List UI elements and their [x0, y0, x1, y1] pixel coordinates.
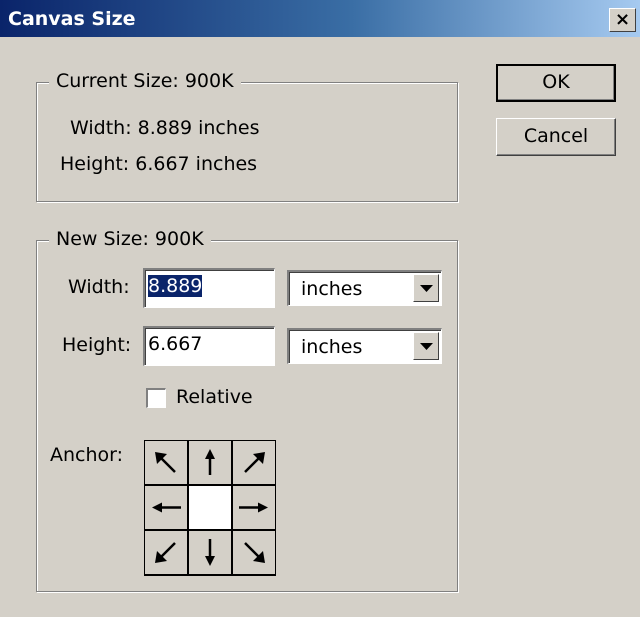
cancel-button-label: Cancel	[523, 125, 589, 147]
arrow-e-icon	[239, 502, 268, 513]
chevron-down-icon	[420, 285, 433, 292]
width-unit-value: inches	[301, 278, 363, 300]
height-label: Height:	[62, 334, 132, 356]
relative-label[interactable]: Relative	[176, 386, 253, 408]
width-input-value: 8.889	[148, 275, 203, 297]
anchor-middle-left[interactable]	[145, 486, 187, 529]
anchor-label: Anchor:	[50, 444, 124, 466]
height-unit-select[interactable]: inches	[287, 328, 442, 364]
current-size-legend: Current Size: 900K	[49, 70, 241, 92]
canvas-size-dialog: Canvas Size × Current Size: 900K Width: …	[0, 0, 642, 619]
current-size-group: Current Size: 900K Width: 8.889 inches H…	[36, 70, 458, 202]
anchor-top-center[interactable]	[189, 441, 231, 484]
relative-checkbox[interactable]	[146, 388, 166, 408]
anchor-bottom-left[interactable]	[145, 531, 187, 574]
cancel-button[interactable]: Cancel	[496, 118, 616, 156]
ok-button[interactable]: OK	[496, 64, 616, 102]
anchor-bottom-center[interactable]	[189, 531, 231, 574]
arrow-s-icon	[205, 539, 215, 566]
anchor-grid	[144, 440, 276, 576]
close-icon: ×	[614, 9, 631, 30]
chevron-down-icon	[420, 343, 433, 350]
ok-button-label: OK	[542, 71, 570, 93]
width-input[interactable]: 8.889	[143, 268, 275, 308]
arrow-n-icon	[205, 449, 215, 475]
anchor-top-right[interactable]	[233, 441, 275, 484]
arrow-se-icon	[244, 542, 265, 563]
arrow-sw-icon	[155, 542, 176, 563]
height-unit-dropdown-button[interactable]	[413, 332, 439, 360]
height-unit-value: inches	[301, 336, 363, 358]
arrow-nw-icon	[155, 452, 176, 473]
dialog-title: Canvas Size	[8, 8, 136, 30]
anchor-middle-right[interactable]	[233, 486, 275, 529]
anchor-bottom-right[interactable]	[233, 531, 275, 574]
width-unit-dropdown-button[interactable]	[413, 274, 439, 302]
arrow-ne-icon	[244, 452, 265, 473]
anchor-center[interactable]	[189, 486, 231, 529]
height-input[interactable]: 6.667	[143, 326, 275, 366]
arrow-w-icon	[152, 502, 181, 513]
width-unit-select[interactable]: inches	[287, 270, 442, 306]
anchor-top-left[interactable]	[145, 441, 187, 484]
title-bar[interactable]: Canvas Size ×	[0, 0, 640, 37]
width-label: Width:	[68, 276, 130, 298]
current-width-text: Width: 8.889 inches	[70, 117, 260, 139]
new-size-legend: New Size: 900K	[49, 228, 211, 250]
height-input-value: 6.667	[148, 333, 203, 355]
current-height-text: Height: 6.667 inches	[60, 153, 258, 175]
close-button[interactable]: ×	[609, 8, 636, 32]
